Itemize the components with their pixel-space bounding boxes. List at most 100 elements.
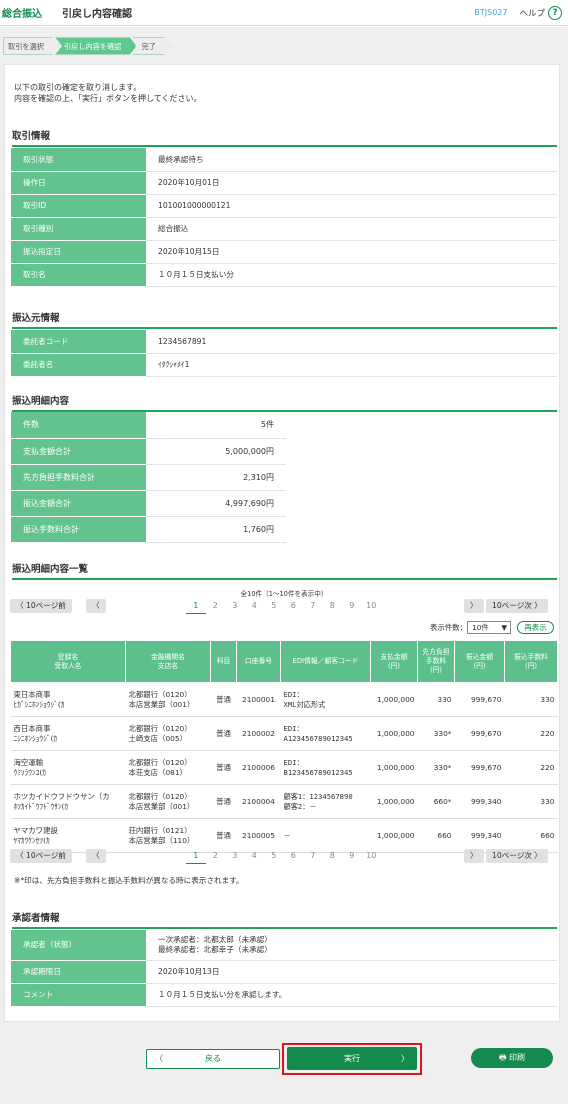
table-row: 承認者（状態） 一次承認者：北都太郎（未承認） 最終承認者：北都幸子（未承認） xyxy=(11,930,557,961)
table-cell: 2100005 xyxy=(236,818,281,853)
row-label: 取引種別 xyxy=(11,217,146,241)
back-button[interactable]: 〈 戻る xyxy=(146,1049,280,1069)
prev-10-button[interactable]: 〈 10ページ前 xyxy=(10,849,72,863)
page-link[interactable]: 6 xyxy=(284,599,304,614)
page-link[interactable]: 4 xyxy=(245,849,265,864)
page-link[interactable]: 10 xyxy=(362,599,382,614)
table-cell: ホツカイドウフドウサン（カ ﾎﾂｶｲﾄﾞｳﾌﾄﾞｳｻﾝ(ｶ xyxy=(10,784,126,819)
table-cell: 東日本商事 ﾋｶﾞｼﾆﾎﾝｼｮｳｼﾞ(ｶ xyxy=(10,682,126,717)
table-cell: 海空運輸 ｳﾐｿﾗｳﾝﾕ(ｶ xyxy=(10,750,126,785)
section-title-approver: 承認者情報 xyxy=(12,910,557,929)
row-value: 2020年10月01日 xyxy=(146,171,557,195)
row-label: コメント xyxy=(11,983,146,1007)
table-cell: 1,000,000 xyxy=(370,716,418,751)
next-10-button[interactable]: 10ページ次 〉 xyxy=(486,599,548,613)
print-button[interactable]: 🖶 印刷 xyxy=(471,1048,553,1068)
row-value: 2020年10月13日 xyxy=(146,960,557,984)
help-link[interactable]: ヘルプ? xyxy=(519,5,562,20)
page-link[interactable]: 8 xyxy=(323,849,343,864)
table-cell: 2100001 xyxy=(236,682,281,717)
row-value: 4,997,690円 xyxy=(146,490,286,517)
chevron-right-icon: 〉 xyxy=(531,601,542,610)
row-value: 5,000,000円 xyxy=(146,438,286,465)
row-label: 件数 xyxy=(11,412,146,439)
execute-label: 実行 xyxy=(344,1054,360,1063)
table-row: 取引状態 最終承認待ち xyxy=(11,148,557,172)
page-link[interactable]: 7 xyxy=(303,849,323,864)
page-link[interactable]: 6 xyxy=(284,849,304,864)
page-link[interactable]: 10 xyxy=(362,849,382,864)
page-link[interactable]: 3 xyxy=(225,849,245,864)
pager-top: 〈 10ページ前 〈 1 2 3 4 5 6 7 8 9 10 〉 10ページ次 〉 xyxy=(10,599,556,614)
page-link[interactable]: 5 xyxy=(264,849,284,864)
page-link[interactable]: 7 xyxy=(303,599,323,614)
table-row: 西日本商事 ﾆｼﾆﾎﾝｼｮｳｼﾞ(ｶ 北都銀行（0120） 土崎支店（005） 普通 21… xyxy=(10,716,558,751)
prev-10-label: 10ページ前 xyxy=(26,851,66,860)
app-header: 総合振込 引戻し内容確認 BTJS027 ヘルプ? xyxy=(0,0,568,26)
table-row: 取引名 １０月１５日支払い分 xyxy=(11,263,557,287)
table-cell: 660* xyxy=(417,784,455,819)
next-10-button[interactable]: 10ページ次 〉 xyxy=(486,849,548,863)
back-label: 戻る xyxy=(205,1054,221,1063)
next-page-button[interactable]: 〉 xyxy=(464,599,484,613)
table-row: ホツカイドウフドウサン（カ ﾎﾂｶｲﾄﾞｳﾌﾄﾞｳｻﾝ(ｶ 北都銀行（0120） 本店… xyxy=(10,784,558,819)
page-link[interactable]: 9 xyxy=(342,849,362,864)
table-row: 取引ID 101001000000121 xyxy=(11,194,557,218)
page-link[interactable]: 8 xyxy=(323,599,343,614)
intro-line: 以下の取引の確定を取り消します。 xyxy=(14,83,142,92)
row-label: 承認期限日 xyxy=(11,960,146,984)
page-link[interactable]: 9 xyxy=(342,599,362,614)
page-link[interactable]: 1 xyxy=(186,849,206,864)
redisplay-button[interactable]: 再表示 xyxy=(517,621,554,634)
row-label: 取引ID xyxy=(11,194,146,218)
row-value: 2020年10月15日 xyxy=(146,240,557,264)
row-value: ｲﾀｸｼｬﾒｲ1 xyxy=(146,353,557,377)
table-row: 支払金額合計 5,000,000円 xyxy=(11,438,557,465)
from-info-table: 委託者コード 1234567891 委託者名 ｲﾀｸｼｬﾒｲ1 xyxy=(11,330,557,377)
table-cell: － xyxy=(280,818,371,853)
next-page-button[interactable]: 〉 xyxy=(464,849,484,863)
row-label: 委託者名 xyxy=(11,353,146,377)
table-cell: 1,000,000 xyxy=(370,784,418,819)
col-header: 口座番号 xyxy=(236,640,281,683)
table-cell: 999,670 xyxy=(454,682,505,717)
table-cell: 1,000,000 xyxy=(370,682,418,717)
table-cell: 北都銀行（0120） 土崎支店（005） xyxy=(125,716,211,751)
prev-10-button[interactable]: 〈 10ページ前 xyxy=(10,599,72,613)
row-value: 5件 xyxy=(146,412,286,439)
table-cell: 北都銀行（0120） 本荘支店（081） xyxy=(125,750,211,785)
prev-page-button[interactable]: 〈 xyxy=(86,849,106,863)
table-row: コメント １０月１５日支払い分を承認します。 xyxy=(11,983,557,1007)
row-label: 取引状態 xyxy=(11,148,146,172)
col-header: 登録名 受取人名 xyxy=(10,640,126,683)
table-cell: 1,000,000 xyxy=(370,818,418,853)
page-link[interactable]: 1 xyxy=(186,599,206,614)
execute-button[interactable]: 実行 〉 xyxy=(287,1047,417,1070)
row-value: 101001000000121 xyxy=(146,194,557,218)
next-10-label: 10ページ次 xyxy=(492,851,532,860)
display-count-select[interactable]: 10件 ▼ xyxy=(467,621,511,634)
row-value: 最終承認待ち xyxy=(146,148,557,172)
display-count-label: 表示件数： xyxy=(430,623,467,632)
table-cell: 普通 xyxy=(210,682,237,717)
col-header: 先方負担 手数料 (円) xyxy=(417,640,455,683)
page-numbers: 1 2 3 4 5 6 7 8 9 10 xyxy=(186,849,381,864)
print-label: 印刷 xyxy=(509,1053,526,1062)
page-link[interactable]: 5 xyxy=(264,599,284,614)
page-link[interactable]: 4 xyxy=(245,599,265,614)
next-10-label: 10ページ次 xyxy=(492,601,532,610)
page-link[interactable]: 3 xyxy=(225,599,245,614)
section-title-list: 振込明細内容一覧 xyxy=(12,561,557,580)
chevron-left-icon: 〈 xyxy=(155,1054,163,1063)
section-title-txn: 取引情報 xyxy=(12,128,557,147)
chevron-left-icon: 〈 xyxy=(16,851,27,860)
table-row: 取引種別 総合振込 xyxy=(11,217,557,241)
chevron-left-icon: 〈 xyxy=(92,851,100,860)
page-link[interactable]: 2 xyxy=(206,599,226,614)
step-select: 取引を選択 xyxy=(3,37,59,55)
prev-page-button[interactable]: 〈 xyxy=(86,599,106,613)
col-header: 科目 xyxy=(210,640,237,683)
table-row: 先方負担手数料合計 2,310円 xyxy=(11,464,557,491)
footnote: ※*印は、先方負担手数料と振込手数料が異なる時に表示されます。 xyxy=(14,876,244,885)
page-link[interactable]: 2 xyxy=(206,849,226,864)
